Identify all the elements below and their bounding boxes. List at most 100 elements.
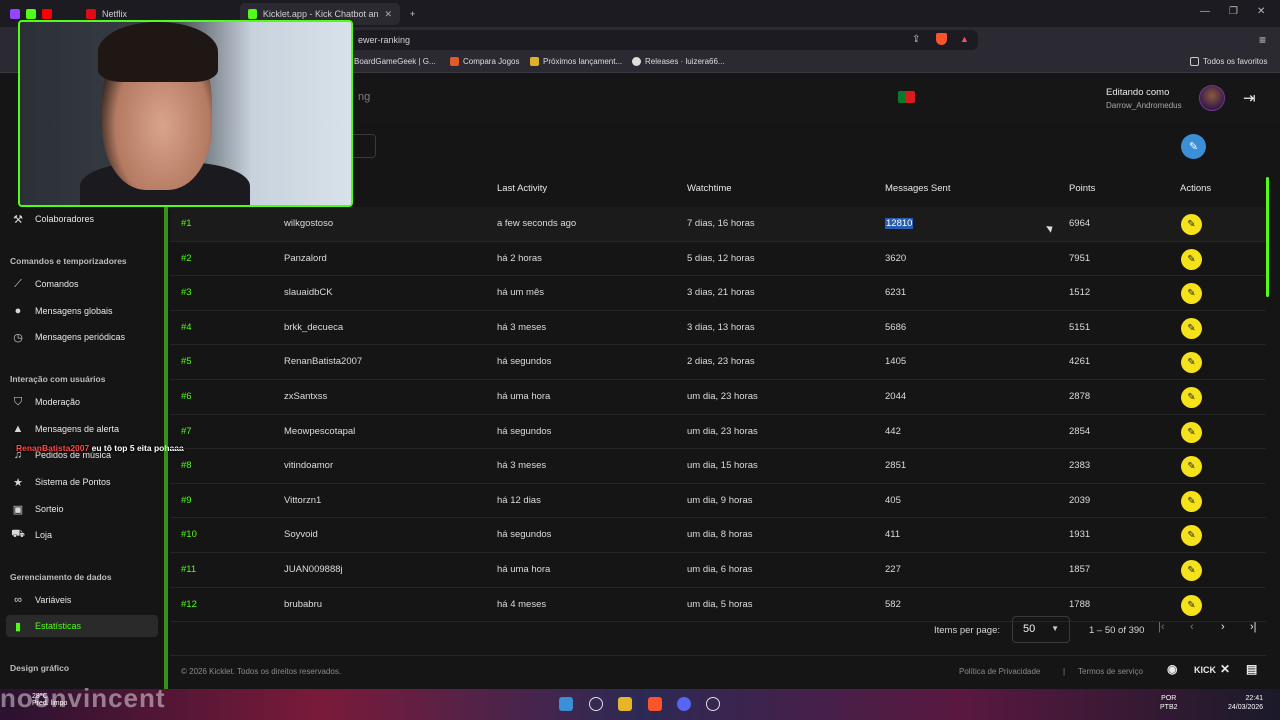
webcam-overlay [18, 20, 353, 207]
prev-page-button[interactable]: ‹ [1190, 621, 1194, 633]
sidebar-item-mensagens-alerta[interactable]: ▲ Mensagens de alerta [6, 418, 158, 440]
edit-button[interactable]: ✎ [1181, 248, 1202, 270]
username-cell: wilkgostoso [284, 218, 334, 229]
sidebar-item-comandos[interactable]: ⟋ Comandos [6, 273, 158, 295]
username-cell: RenanBatista2007 [284, 356, 363, 368]
sidebar-item-mensagens-globais[interactable]: ● Mensagens globais [6, 300, 158, 322]
sidebar-item-estatisticas[interactable]: ▮ Estatísticas [6, 615, 158, 637]
restore-icon[interactable]: ❐ [1229, 6, 1238, 17]
url-field[interactable]: ewer-ranking [250, 30, 978, 50]
logout-icon[interactable]: ⇥ [1243, 89, 1256, 107]
language-indicator[interactable]: POR PTB2 [1160, 694, 1178, 712]
discord-icon[interactable]: ◉ [1167, 662, 1177, 676]
page-size-value: 50 [1023, 623, 1036, 635]
customize-button[interactable]: ✎ [1181, 134, 1206, 159]
all-bookmarks[interactable]: Todos os favoritos [1190, 57, 1267, 66]
privacy-link[interactable]: Política de Privacidade [959, 667, 1040, 676]
watchtime-cell: 3 dias, 13 horas [687, 321, 755, 333]
tab-label: Kicklet.app - Kick Chatbot and C [262, 9, 379, 19]
table-row: #3 slauaidbCK há um mês 3 dias, 21 horas 623… [170, 276, 1266, 311]
twitch-icon [10, 9, 20, 19]
windows-start-icon[interactable] [559, 697, 573, 711]
bookmark-boardgamegeek[interactable]: BoardGameGeek | G... [354, 57, 436, 66]
sidebar-item-sistema-pontos[interactable]: ★ Sistema de Pontos [6, 471, 158, 493]
search-icon[interactable] [589, 697, 603, 711]
discord-taskbar-icon[interactable] [677, 697, 691, 711]
edit-button[interactable]: ✎ [1181, 594, 1202, 616]
clock[interactable]: 22:41 24/03/2026 [1228, 694, 1263, 712]
edit-button[interactable]: ✎ [1181, 387, 1202, 408]
edit-button[interactable]: ✎ [1181, 560, 1202, 581]
rewards-icon[interactable]: ▲ [960, 34, 969, 44]
menu-icon[interactable]: ≡ [1259, 33, 1266, 47]
url-text: ewer-ranking [358, 35, 411, 45]
chat-user: RenanBatista2007 [16, 443, 90, 453]
last-activity-cell: há uma hora [497, 564, 551, 575]
obs-icon[interactable] [706, 697, 720, 711]
edit-button[interactable]: ✎ [1181, 317, 1202, 339]
document-icon[interactable]: ▤ [1246, 662, 1257, 676]
close-tab-icon[interactable]: ✕ [384, 9, 392, 20]
sidebar-item-variaveis[interactable]: ∞ Variáveis [6, 589, 158, 611]
portugal-flag-icon[interactable] [898, 91, 915, 103]
scrollbar[interactable] [1266, 177, 1269, 297]
kick-icon [26, 9, 36, 19]
points-cell: 5151 [1069, 321, 1091, 333]
edit-button[interactable]: ✎ [1181, 214, 1202, 235]
share-icon[interactable]: ⇪ [912, 34, 920, 45]
sidebar-item-label: Comandos [35, 279, 79, 289]
sidebar-heading: Comandos e temporizadores [10, 256, 127, 266]
username-cell: Panzalord [284, 252, 327, 264]
username-cell: JUAN009888j [284, 564, 343, 575]
kick-icon[interactable]: KICK [1194, 665, 1216, 675]
bookmark-label: Compara Jogos [463, 57, 520, 66]
brave-shield-icon[interactable] [936, 33, 947, 45]
edit-button[interactable]: ✎ [1181, 352, 1202, 374]
x-icon[interactable]: ✕ [1220, 662, 1230, 676]
bookmark-proximos[interactable]: Próximos lançament... [530, 57, 622, 66]
edit-button[interactable]: ✎ [1181, 456, 1202, 478]
sidebar-item-colaboradores[interactable]: ⚒ Colaboradores [6, 208, 158, 230]
edit-button[interactable]: ✎ [1181, 283, 1202, 305]
bookmark-releases[interactable]: Releases · luizera66... [632, 57, 725, 66]
bookmark-favicon [450, 57, 459, 66]
bookmark-compara-jogos[interactable]: Compara Jogos [450, 57, 519, 66]
watchtime-cell: 3 dias, 21 horas [687, 287, 755, 299]
clock-time: 22:41 [1245, 695, 1264, 702]
last-activity-cell: há uma hora [497, 391, 551, 402]
avatar[interactable] [1199, 85, 1225, 111]
col-actions: Actions [1180, 183, 1212, 194]
new-tab-button[interactable]: + [402, 3, 423, 25]
table-row: #6 zxSantxss há uma hora um dia, 23 horas 20… [170, 380, 1266, 415]
col-points: Points [1069, 183, 1096, 194]
edit-button[interactable]: ✎ [1181, 525, 1202, 547]
sidebar-item-label: Sorteio [35, 504, 64, 514]
messages-cell: 411 [885, 529, 901, 541]
search-input[interactable] [350, 134, 376, 158]
pencil-icon: ✎ [1187, 530, 1196, 542]
edit-button[interactable]: ✎ [1181, 490, 1202, 512]
close-window-icon[interactable]: ✕ [1257, 6, 1265, 17]
sidebar-item-sorteio[interactable]: ▣ Sorteio [6, 498, 158, 520]
cart-icon: ⛟ [11, 528, 25, 540]
file-explorer-icon[interactable] [618, 697, 632, 711]
sidebar-item-label: Loja [35, 530, 53, 540]
weather-widget[interactable]: 28°C Pred. limpo [32, 693, 67, 707]
terms-link[interactable]: Termos de serviço [1078, 667, 1143, 676]
chat-icon: ● [14, 305, 22, 317]
table-row: #1 wilkgostoso a few seconds ago 7 dias, 16… [170, 207, 1266, 242]
brave-icon[interactable] [648, 697, 662, 711]
next-page-button[interactable]: › [1221, 621, 1225, 633]
minimize-icon[interactable]: — [1200, 6, 1210, 17]
edit-button[interactable]: ✎ [1181, 421, 1202, 443]
sidebar-item-loja[interactable]: ⛟ Loja [6, 524, 158, 546]
page-size-select[interactable]: 50 ▼ [1012, 616, 1070, 643]
first-page-button[interactable]: |‹ [1158, 621, 1165, 633]
sidebar-item-moderacao[interactable]: ⛉ Moderação [6, 391, 158, 413]
pencil-icon: ✎ [1187, 219, 1196, 230]
points-cell: 1931 [1069, 529, 1091, 541]
last-page-button[interactable]: ›| [1250, 621, 1257, 633]
sidebar-item-mensagens-periodicas[interactable]: ◷ Mensagens periódicas [6, 326, 158, 348]
username-cell: slauaidbCK [284, 287, 333, 299]
table-row: #8 vitindoamor há 3 meses um dia, 15 horas 2… [170, 449, 1266, 484]
